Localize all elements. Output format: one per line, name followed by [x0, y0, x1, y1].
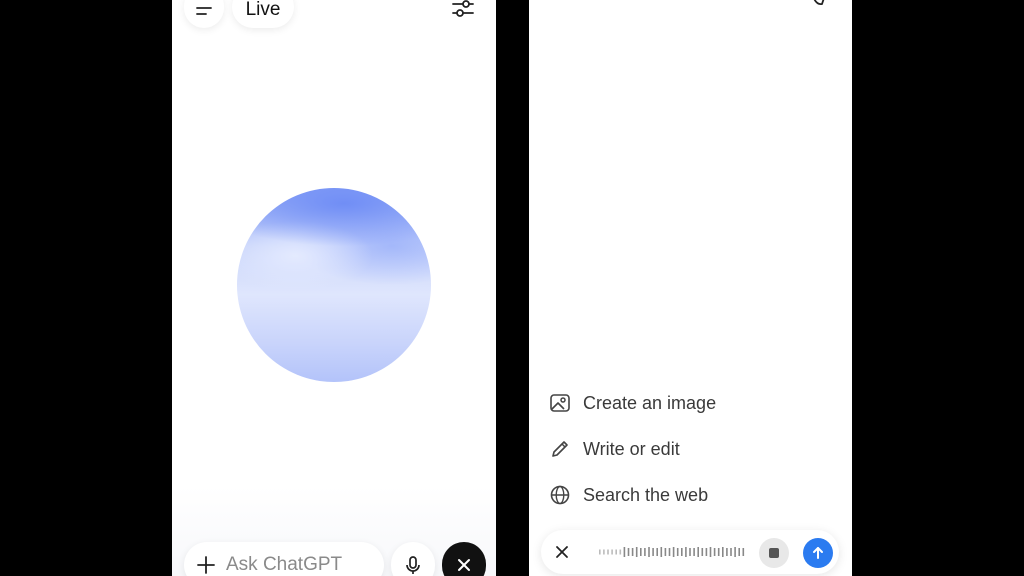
waveform-bar	[717, 548, 720, 556]
menu-icon	[196, 7, 212, 15]
image-icon	[550, 394, 570, 412]
waveform-bar	[619, 549, 622, 555]
waveform-bar	[603, 549, 605, 555]
waveform-bar	[726, 548, 728, 556]
chat-screen: Create an image Write or edit Search the…	[529, 0, 852, 576]
waveform-bar	[668, 548, 671, 556]
waveform-bar	[742, 548, 745, 556]
waveform-bar	[709, 547, 712, 557]
stop-icon	[769, 548, 779, 558]
waveform-bar	[635, 547, 638, 557]
waveform-bar	[660, 547, 663, 557]
ask-input-placeholder[interactable]: Ask ChatGPT	[226, 554, 342, 576]
live-mode-label: Live	[245, 0, 281, 20]
ask-input-bar[interactable]: Ask ChatGPT	[184, 542, 384, 576]
suggestion-label: Create an image	[583, 392, 717, 413]
new-chat-icon[interactable]	[810, 0, 828, 8]
waveform-bar	[681, 548, 683, 556]
live-mode-pill[interactable]: Live	[232, 0, 294, 28]
close-icon	[458, 559, 470, 571]
waveform-bar	[697, 547, 699, 557]
waveform-icon	[599, 547, 745, 557]
waveform-bar	[705, 548, 708, 556]
close-icon[interactable]	[551, 541, 573, 563]
waveform-bar	[607, 549, 609, 555]
live-voice-screen: Live Ask ChatGPT	[172, 0, 496, 576]
waveform-bar	[615, 549, 617, 555]
waveform-bar	[730, 548, 732, 556]
waveform-bar	[623, 547, 626, 557]
waveform-bar	[734, 547, 736, 557]
waveform-bar	[652, 548, 654, 556]
suggestion-create-image[interactable]: Create an image	[549, 392, 716, 414]
waveform-bar	[722, 547, 724, 557]
waveform-bar	[656, 548, 658, 556]
stop-recording-button[interactable]	[759, 538, 789, 568]
pencil-icon	[552, 441, 568, 457]
globe-icon	[550, 485, 570, 505]
waveform-bar	[627, 548, 630, 556]
send-button[interactable]	[803, 538, 833, 568]
waveform-bar	[676, 548, 679, 556]
voice-input-bar	[541, 530, 839, 574]
waveform-bar	[631, 548, 634, 556]
waveform-bar	[738, 548, 740, 556]
sliders-icon[interactable]	[450, 0, 476, 22]
waveform-bar	[644, 548, 646, 556]
suggestion-search-web[interactable]: Search the web	[549, 484, 708, 506]
waveform-bar	[599, 549, 601, 555]
suggestion-label: Search the web	[583, 484, 709, 505]
waveform-bar	[611, 549, 613, 555]
plus-icon[interactable]	[194, 553, 218, 576]
waveform-bar	[693, 548, 695, 556]
waveform-bar	[689, 548, 691, 556]
waveform-bar	[701, 548, 704, 556]
waveform-bar	[685, 547, 687, 557]
menu-icon[interactable]	[551, 0, 567, 4]
mic-icon	[406, 556, 420, 574]
suggestion-write-edit[interactable]: Write or edit	[549, 438, 680, 460]
waveform-bar	[664, 548, 667, 556]
waveform-bar	[640, 548, 642, 556]
arrow-up-icon	[813, 547, 823, 559]
waveform-bar	[672, 547, 675, 557]
waveform-bar	[713, 548, 716, 556]
waveform-bar	[648, 547, 650, 557]
suggestion-label: Write or edit	[583, 438, 680, 459]
voice-orb[interactable]	[237, 188, 431, 382]
menu-button[interactable]	[184, 0, 224, 28]
